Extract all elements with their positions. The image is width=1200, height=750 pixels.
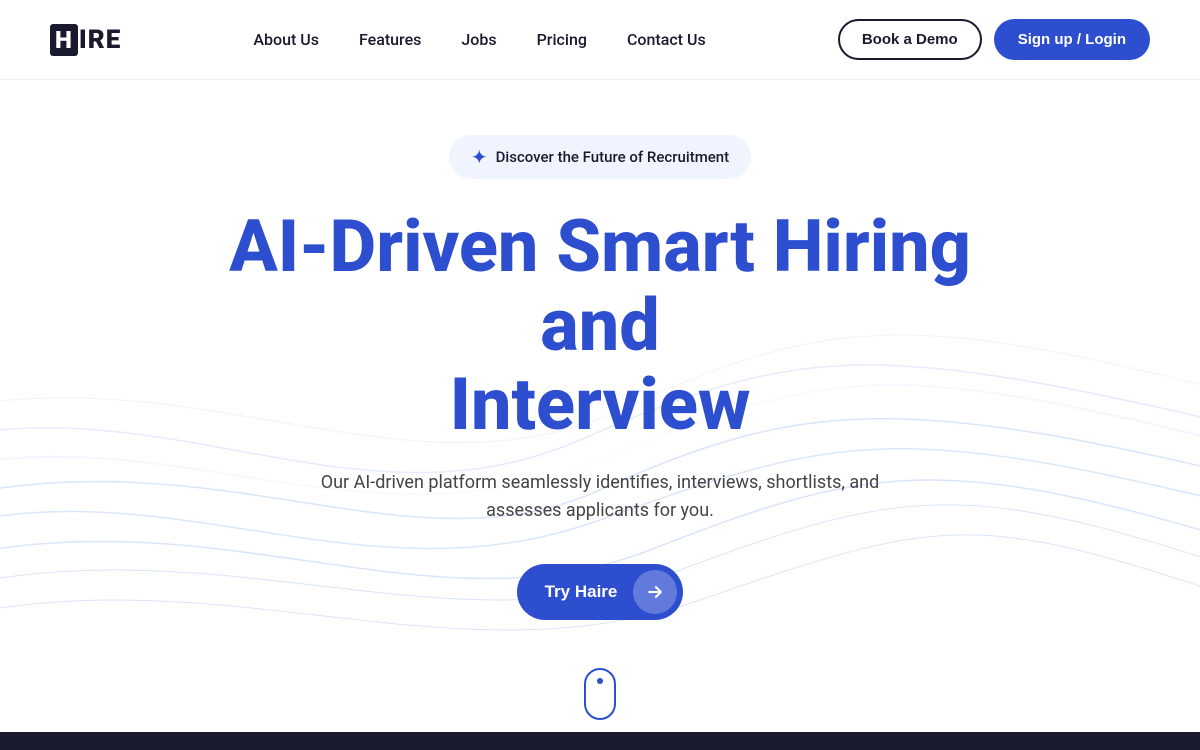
nav-links: About Us Features Jobs Pricing Contact U… — [253, 30, 705, 49]
try-haire-button[interactable]: Try Haire — [517, 564, 684, 620]
nav-features[interactable]: Features — [359, 30, 421, 49]
bottom-bar — [0, 732, 1200, 750]
nav-pricing[interactable]: Pricing — [537, 30, 587, 49]
hero-subtitle: Our AI-driven platform seamlessly identi… — [320, 469, 880, 527]
sparkle-icon: ✦ — [471, 145, 488, 169]
book-demo-button[interactable]: Book a Demo — [838, 19, 982, 60]
hero-title: AI-Driven Smart Hiring and Interview — [200, 207, 1000, 445]
scroll-dot — [597, 678, 603, 684]
signup-button[interactable]: Sign up / Login — [994, 19, 1150, 60]
hero-title-line2: Interview — [450, 362, 751, 447]
logo[interactable]: HIRE — [50, 24, 121, 56]
scroll-indicator — [584, 668, 616, 720]
logo-ire: IRE — [79, 25, 121, 55]
logo-h: H — [50, 24, 78, 56]
nav-actions: Book a Demo Sign up / Login — [838, 19, 1150, 60]
cta-label: Try Haire — [545, 582, 634, 602]
nav-jobs[interactable]: Jobs — [461, 30, 496, 49]
nav-contact[interactable]: Contact Us — [627, 30, 706, 49]
nav-about[interactable]: About Us — [253, 30, 319, 49]
discovery-badge: ✦ Discover the Future of Recruitment — [449, 135, 751, 179]
badge-text: Discover the Future of Recruitment — [496, 148, 730, 166]
cta-arrow-icon — [633, 570, 677, 614]
hero-title-line1: AI-Driven Smart Hiring and — [229, 204, 971, 368]
navbar: HIRE About Us Features Jobs Pricing Cont… — [0, 0, 1200, 80]
hero-section: ✦ Discover the Future of Recruitment AI-… — [0, 80, 1200, 750]
scroll-mouse-icon — [584, 668, 616, 720]
arrow-right-icon — [645, 582, 665, 602]
